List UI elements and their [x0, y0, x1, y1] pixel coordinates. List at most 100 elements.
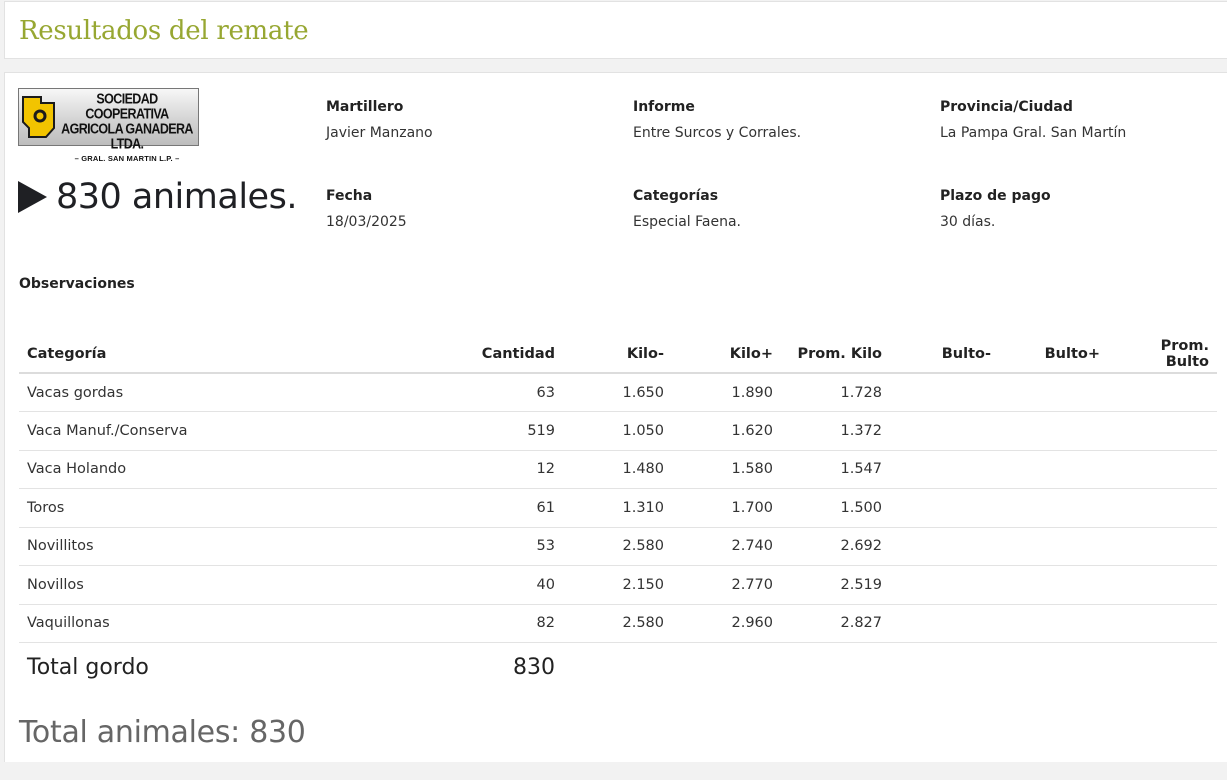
page-header: Resultados del remate	[4, 1, 1227, 59]
total-row: Total gordo 830	[19, 642, 1217, 693]
map-emblem-icon	[22, 96, 55, 138]
table-cell	[890, 450, 999, 489]
table-cell: 1.650	[563, 373, 672, 412]
table-cell	[1108, 604, 1217, 643]
table-cell	[999, 411, 1108, 451]
cooperative-logo: SOCIEDAD COOPERATIVA AGRICOLA GANADERA L…	[18, 88, 199, 162]
column-header: Kilo+	[672, 335, 781, 374]
table-row: Vacas gordas 63 1.650 1.890 1.728	[19, 373, 1217, 412]
info-value: 30 días.	[940, 214, 996, 230]
table-cell: 1.310	[563, 488, 672, 528]
table-cell: 61	[267, 488, 563, 528]
info-value: Entre Surcos y Corrales.	[633, 125, 802, 141]
total-label: Total gordo	[19, 642, 267, 693]
table-cell: Novillitos	[19, 527, 267, 566]
logo-line-1: SOCIEDAD COOPERATIVA	[85, 90, 169, 122]
column-header: Kilo-	[563, 335, 672, 374]
table-cell: Toros	[19, 488, 267, 528]
table-cell: 82	[267, 604, 563, 643]
table-header-row: Categoría Cantidad Kilo- Kilo+ Prom. Kil…	[19, 335, 1217, 374]
table-cell	[999, 488, 1108, 528]
table-cell: 2.770	[672, 565, 781, 605]
table-cell: 12	[267, 450, 563, 489]
logo-line-3: – GRAL. SAN MARTIN L.P. –	[74, 154, 180, 163]
table-cell: 1.890	[672, 373, 781, 412]
table-cell: 2.150	[563, 565, 672, 605]
column-header: Bulto-	[890, 335, 999, 374]
table-cell	[672, 643, 781, 693]
info-categorias: Categorías Especial Faena.	[633, 188, 913, 230]
table-row: Vaca Manuf./Conserva 519 1.050 1.620 1.3…	[19, 411, 1217, 451]
info-label: Martillero	[326, 99, 404, 115]
table-cell	[999, 604, 1108, 643]
table-cell: 1.620	[672, 411, 781, 451]
info-label: Fecha	[326, 188, 373, 204]
column-header: Prom. Bulto	[1108, 335, 1217, 374]
table-cell	[1108, 643, 1217, 693]
info-fecha: Fecha 18/03/2025	[326, 188, 606, 230]
table-cell: Novillos	[19, 565, 267, 605]
table-cell: Vaca Holando	[19, 450, 267, 489]
table-cell: 63	[267, 373, 563, 412]
table-cell	[1108, 450, 1217, 489]
table-cell: Vaca Manuf./Conserva	[19, 411, 267, 451]
table-cell: 2.960	[672, 604, 781, 643]
page-title: Resultados del remate	[19, 16, 309, 46]
table-cell: 1.050	[563, 411, 672, 451]
table-cell: 2.580	[563, 604, 672, 643]
column-header: Categoría	[19, 335, 267, 374]
table-cell	[1108, 565, 1217, 605]
table-cell: Vaquillonas	[19, 604, 267, 643]
logo-text: SOCIEDAD COOPERATIVA AGRICOLA GANADERA L…	[57, 92, 197, 163]
table-cell	[1108, 488, 1217, 528]
info-martillero: Martillero Javier Manzano	[326, 99, 606, 141]
table-cell	[890, 488, 999, 528]
info-value: 18/03/2025	[326, 214, 407, 230]
table-cell	[890, 565, 999, 605]
table-cell: 2.827	[781, 604, 890, 643]
info-provincia: Provincia/Ciudad La Pampa Gral. San Mart…	[940, 99, 1220, 141]
table-cell	[890, 373, 999, 412]
total-value: 830	[267, 642, 563, 693]
table-row: Toros 61 1.310 1.700 1.500	[19, 488, 1217, 528]
table-cell	[890, 643, 999, 693]
table-cell	[1108, 411, 1217, 451]
info-label: Provincia/Ciudad	[940, 99, 1073, 115]
table-cell: 2.580	[563, 527, 672, 566]
table-cell	[1108, 373, 1217, 412]
table-row: Novillitos 53 2.580 2.740 2.692	[19, 527, 1217, 566]
table-cell	[999, 527, 1108, 566]
info-informe: Informe Entre Surcos y Corrales.	[633, 99, 913, 141]
table-cell: Vacas gordas	[19, 373, 267, 412]
info-plazo-pago: Plazo de pago 30 días.	[940, 188, 1220, 230]
animals-count: 830 animales.	[56, 177, 297, 217]
table-cell: 53	[267, 527, 563, 566]
table-cell: 1.728	[781, 373, 890, 412]
table-cell: 2.740	[672, 527, 781, 566]
total-animales: Total animales: 830	[19, 715, 306, 750]
table-cell	[890, 527, 999, 566]
table-cell: 2.519	[781, 565, 890, 605]
results-table: Categoría Cantidad Kilo- Kilo+ Prom. Kil…	[19, 335, 1217, 693]
table-cell	[1108, 527, 1217, 566]
animals-summary: 830 animales.	[18, 175, 297, 219]
table-cell	[781, 643, 890, 693]
column-header: Bulto+	[999, 335, 1108, 374]
info-value: Especial Faena.	[633, 214, 742, 230]
observaciones-label: Observaciones	[19, 276, 135, 292]
table-cell: 519	[267, 411, 563, 451]
table-cell	[999, 373, 1108, 412]
table-cell	[999, 643, 1108, 693]
logo-line-2: AGRICOLA GANADERA LTDA.	[61, 120, 193, 152]
table-row: Vaquillonas 82 2.580 2.960 2.827	[19, 604, 1217, 643]
table-cell: 1.580	[672, 450, 781, 489]
info-value: La Pampa Gral. San Martín	[940, 125, 1127, 141]
table-cell: 1.547	[781, 450, 890, 489]
table-cell	[890, 604, 999, 643]
column-header: Prom. Kilo	[781, 335, 890, 374]
table-cell	[563, 643, 672, 693]
info-label: Categorías	[633, 188, 719, 204]
table-cell	[999, 565, 1108, 605]
table-cell: 1.372	[781, 411, 890, 451]
table-cell: 1.700	[672, 488, 781, 528]
